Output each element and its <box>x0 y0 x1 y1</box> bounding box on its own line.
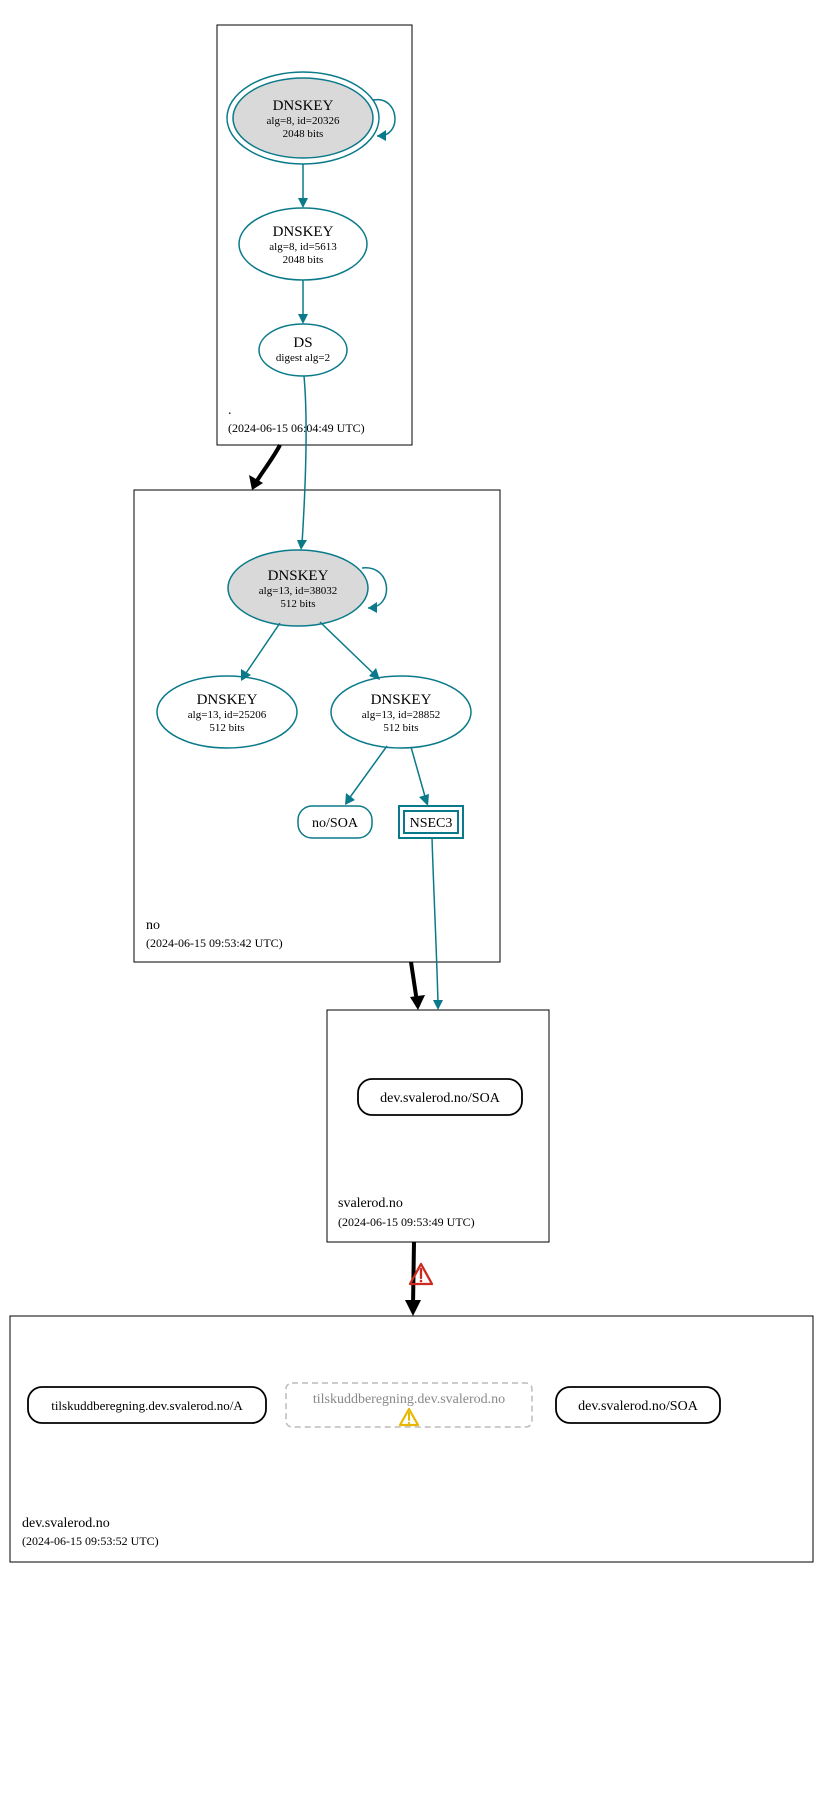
edge-no-ksk-zsk2 <box>320 622 376 676</box>
svg-text:DNSKEY: DNSKEY <box>371 692 432 708</box>
dnssec-graph: . (2024-06-15 06:04:49 UTC) DNSKEY alg=8… <box>0 0 829 1803</box>
edge-no-zsk2-soa <box>348 746 387 800</box>
zone-label-dev: dev.svalerod.no <box>22 1516 110 1531</box>
edge-nsec3-to-svalerod <box>432 838 438 1004</box>
node-no-zsk1: DNSKEY alg=13, id=25206 512 bits <box>157 676 297 748</box>
svg-text:tilskuddberegning.dev.svalerod: tilskuddberegning.dev.svalerod.no/A <box>51 1398 243 1413</box>
svg-text:DS: DS <box>293 335 312 351</box>
zone-label-svalerod: svalerod.no <box>338 1196 403 1211</box>
svg-text:digest alg=2: digest alg=2 <box>276 352 330 364</box>
svg-text:alg=13, id=28852: alg=13, id=28852 <box>362 709 440 721</box>
svg-text:512 bits: 512 bits <box>209 722 244 734</box>
svg-text:dev.svalerod.no/SOA: dev.svalerod.no/SOA <box>380 1091 501 1106</box>
node-dev-gap: tilskuddberegning.dev.svalerod.no <box>286 1383 532 1427</box>
node-no-ksk: DNSKEY alg=13, id=38032 512 bits <box>228 550 368 626</box>
node-svalerod-soa: dev.svalerod.no/SOA <box>358 1079 522 1115</box>
node-no-soa: no/SOA <box>298 806 372 838</box>
node-no-zsk2: DNSKEY alg=13, id=28852 512 bits <box>331 676 471 748</box>
svg-text:dev.svalerod.no/SOA: dev.svalerod.no/SOA <box>578 1399 699 1414</box>
svg-text:alg=8, id=20326: alg=8, id=20326 <box>267 115 340 127</box>
zone-timestamp-dev: (2024-06-15 09:53:52 UTC) <box>22 1534 159 1548</box>
node-root-ds: DS digest alg=2 <box>259 324 347 376</box>
zone-label-root: . <box>228 403 232 418</box>
svg-text:DNSKEY: DNSKEY <box>273 98 334 114</box>
svg-text:tilskuddberegning.dev.svalerod: tilskuddberegning.dev.svalerod.no <box>313 1392 505 1407</box>
edge-zone-svalerod-to-dev <box>413 1242 414 1306</box>
svg-text:alg=13, id=38032: alg=13, id=38032 <box>259 585 337 597</box>
node-dev-a: tilskuddberegning.dev.svalerod.no/A <box>28 1387 266 1423</box>
svg-text:alg=8, id=5613: alg=8, id=5613 <box>269 241 337 253</box>
node-dev-soa: dev.svalerod.no/SOA <box>556 1387 720 1423</box>
edge-no-ksk-zsk1 <box>244 623 280 676</box>
node-root-ksk: DNSKEY alg=8, id=20326 2048 bits <box>227 72 379 164</box>
edge-zone-no-to-svalerod <box>411 962 417 1002</box>
node-root-zsk: DNSKEY alg=8, id=5613 2048 bits <box>239 208 367 280</box>
svg-text:DNSKEY: DNSKEY <box>273 224 334 240</box>
svg-text:no/SOA: no/SOA <box>312 816 359 831</box>
zone-timestamp-root: (2024-06-15 06:04:49 UTC) <box>228 421 365 435</box>
zone-timestamp-no: (2024-06-15 09:53:42 UTC) <box>146 936 283 950</box>
svg-text:2048 bits: 2048 bits <box>283 128 324 140</box>
zone-timestamp-svalerod: (2024-06-15 09:53:49 UTC) <box>338 1215 475 1229</box>
svg-text:alg=13, id=25206: alg=13, id=25206 <box>188 709 267 721</box>
edge-ds-to-no-ksk <box>302 376 306 544</box>
svg-text:512 bits: 512 bits <box>383 722 418 734</box>
edge-zone-root-to-no <box>255 445 280 484</box>
svg-text:2048 bits: 2048 bits <box>283 254 324 266</box>
edge-no-zsk2-nsec3 <box>411 747 426 800</box>
svg-text:NSEC3: NSEC3 <box>410 816 453 831</box>
zone-box-dev <box>10 1316 813 1562</box>
svg-text:512 bits: 512 bits <box>280 598 315 610</box>
svg-text:DNSKEY: DNSKEY <box>268 568 329 584</box>
node-nsec3: NSEC3 <box>399 806 463 838</box>
svg-text:DNSKEY: DNSKEY <box>197 692 258 708</box>
zone-label-no: no <box>146 918 160 933</box>
